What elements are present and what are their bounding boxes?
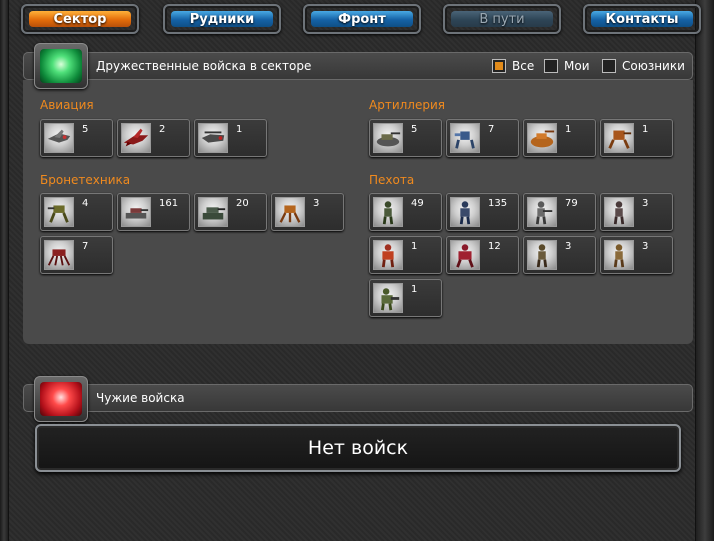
mech-icon (604, 123, 634, 153)
walker-icon (275, 197, 305, 227)
filter-allies-checkbox[interactable] (602, 59, 616, 73)
unit-count: 135 (488, 198, 508, 209)
unit-count: 2 (159, 124, 166, 135)
tab-front[interactable]: Фронт (303, 4, 421, 34)
unit-armor-1[interactable]: 4 (40, 193, 113, 231)
tank-icon (198, 197, 228, 227)
unit-count: 1 (565, 124, 572, 135)
filter-all-checkbox[interactable] (492, 59, 506, 73)
soldier-icon (450, 197, 480, 227)
unit-count: 12 (488, 241, 501, 252)
unit-artillery-1[interactable]: 5 (369, 119, 442, 157)
unit-aviation-1[interactable]: 5 (40, 119, 113, 157)
unit-artillery-3[interactable]: 1 (523, 119, 596, 157)
walker-icon (44, 197, 74, 227)
unit-infantry-4[interactable]: 3 (600, 193, 673, 231)
unit-count: 7 (82, 241, 89, 252)
unit-aviation-2[interactable]: 2 (117, 119, 190, 157)
walker-icon (44, 240, 74, 270)
soldier-icon (604, 197, 634, 227)
unit-artillery-4[interactable]: 1 (600, 119, 673, 157)
unit-count: 1 (411, 284, 418, 295)
filter-allies-label: Союзники (622, 59, 685, 73)
unit-count: 4 (82, 198, 89, 209)
tab-mines-label: Рудники (189, 11, 255, 27)
unit-aviation-3[interactable]: 1 (194, 119, 267, 157)
unit-armor-5[interactable]: 7 (40, 236, 113, 274)
unit-infantry-6[interactable]: 12 (446, 236, 519, 274)
tab-sector[interactable]: Сектор (21, 4, 139, 34)
artillery-icon (373, 123, 403, 153)
filter-all[interactable]: Все (492, 59, 534, 73)
soldier-icon (373, 240, 403, 270)
tab-in-transit: В пути (443, 4, 561, 34)
unit-armor-2[interactable]: 161 (117, 193, 190, 231)
unit-count: 1 (236, 124, 243, 135)
soldier-icon (373, 283, 403, 313)
tab-front-label: Фронт (338, 11, 386, 27)
unit-count: 3 (642, 241, 649, 252)
unit-armor-4[interactable]: 3 (271, 193, 344, 231)
filter-mine-checkbox[interactable] (544, 59, 558, 73)
unit-count: 49 (411, 198, 424, 209)
friendly-gem-icon (34, 43, 88, 89)
aircraft-icon (121, 123, 151, 153)
unit-count: 5 (82, 124, 89, 135)
unit-count: 3 (642, 198, 649, 209)
friendly-header: Дружественные войска в секторе Все Мои С… (23, 52, 693, 80)
unit-infantry-7[interactable]: 3 (523, 236, 596, 274)
tab-contacts-label: Контакты (605, 11, 679, 27)
artillery-icon (527, 123, 557, 153)
filter-allies[interactable]: Союзники (602, 59, 685, 73)
unit-count: 20 (236, 198, 249, 209)
unit-armor-3[interactable]: 20 (194, 193, 267, 231)
soldier-icon (604, 240, 634, 270)
unit-infantry-1[interactable]: 49 (369, 193, 442, 231)
enemy-header: Чужие войска (23, 384, 693, 412)
unit-count: 1 (411, 241, 418, 252)
no-troops-text: Нет войск (307, 437, 409, 459)
unit-count: 3 (565, 241, 572, 252)
no-troops-message: Нет войск (35, 424, 681, 472)
soldier-icon (527, 240, 557, 270)
unit-count: 1 (642, 124, 649, 135)
unit-artillery-2[interactable]: 7 (446, 119, 519, 157)
filter-mine[interactable]: Мои (544, 59, 590, 73)
right-frame (695, 0, 714, 541)
filter-mine-label: Мои (564, 59, 590, 73)
group-armor-title: Бронетехника (40, 173, 131, 187)
unit-count: 7 (488, 124, 495, 135)
tab-in-transit-label: В пути (479, 11, 525, 27)
unit-infantry-9[interactable]: 1 (369, 279, 442, 317)
tank-icon (121, 197, 151, 227)
unit-count: 161 (159, 198, 179, 209)
left-frame (0, 0, 9, 541)
enemy-title: Чужие войска (96, 391, 185, 405)
soldier-icon (373, 197, 403, 227)
group-aviation-title: Авиация (40, 98, 94, 112)
tab-sector-label: Сектор (53, 11, 107, 27)
group-infantry-title: Пехота (369, 173, 415, 187)
soldier-icon (527, 197, 557, 227)
enemy-gem-icon (34, 376, 88, 422)
unit-count: 5 (411, 124, 418, 135)
unit-count: 79 (565, 198, 578, 209)
group-artillery-title: Артиллерия (369, 98, 445, 112)
unit-count: 3 (313, 198, 320, 209)
unit-infantry-8[interactable]: 3 (600, 236, 673, 274)
friendly-title: Дружественные войска в секторе (96, 59, 312, 73)
aircraft-icon (44, 123, 74, 153)
unit-infantry-5[interactable]: 1 (369, 236, 442, 274)
unit-infantry-3[interactable]: 79 (523, 193, 596, 231)
mech-icon (450, 123, 480, 153)
soldier-icon (450, 240, 480, 270)
filter-all-label: Все (512, 59, 535, 73)
unit-infantry-2[interactable]: 135 (446, 193, 519, 231)
tab-mines[interactable]: Рудники (163, 4, 281, 34)
aircraft-icon (198, 123, 228, 153)
tab-contacts[interactable]: Контакты (583, 4, 701, 34)
